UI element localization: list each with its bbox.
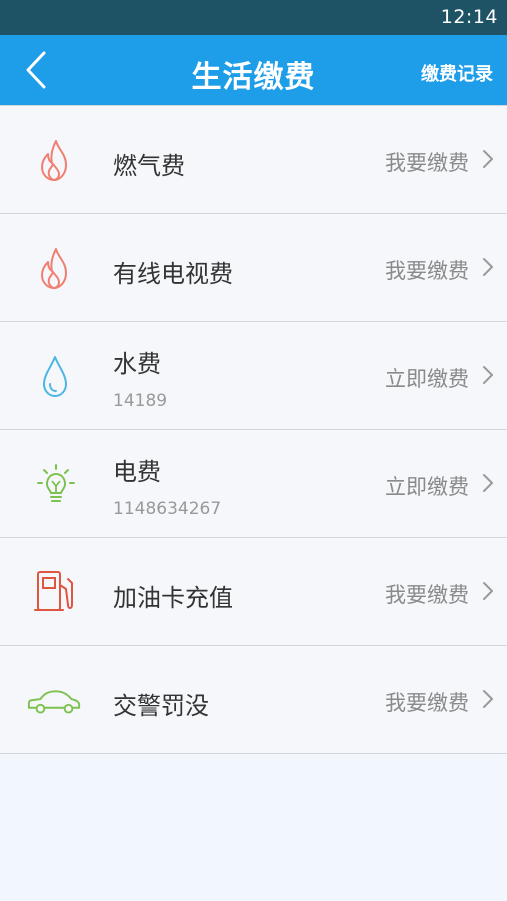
- fuel-pump-icon: [30, 569, 78, 615]
- list-item-cable-tv[interactable]: 有线电视费 我要缴费: [0, 214, 507, 322]
- account-number: 14189: [113, 391, 168, 411]
- item-name: 加油卡充值: [113, 584, 233, 612]
- flame-icon: [30, 137, 78, 183]
- status-bar: 12:14: [0, 0, 507, 35]
- pay-action-label[interactable]: 我要缴费: [385, 687, 469, 717]
- car-icon: [27, 677, 81, 723]
- list-item-water[interactable]: 水费 14189 立即缴费: [0, 322, 507, 430]
- item-name: 交警罚没: [113, 692, 209, 720]
- status-time: 12:14: [440, 6, 498, 28]
- list-item-traffic-fine[interactable]: 交警罚没 我要缴费: [0, 646, 507, 754]
- header-bar: 生活缴费 缴费记录: [0, 35, 507, 105]
- pay-action-label[interactable]: 我要缴费: [385, 579, 469, 609]
- flame-icon: [30, 245, 78, 291]
- pay-action-label[interactable]: 我要缴费: [385, 255, 469, 285]
- chevron-right-icon: [483, 258, 493, 276]
- pay-action-label[interactable]: 立即缴费: [385, 363, 469, 393]
- list-item-gas[interactable]: 燃气费 我要缴费: [0, 106, 507, 214]
- item-name: 水费: [113, 350, 161, 378]
- chevron-right-icon: [483, 582, 493, 600]
- list-item-electricity[interactable]: 电费 1148634267 立即缴费: [0, 430, 507, 538]
- water-drop-icon: [30, 353, 78, 399]
- account-number: 1148634267: [113, 499, 222, 519]
- payment-record-button[interactable]: 缴费记录: [421, 60, 493, 86]
- list-item-fuel-card[interactable]: 加油卡充值 我要缴费: [0, 538, 507, 646]
- payment-list: 燃气费 我要缴费 有线电视费 我要缴费 水费 14189 立即缴费 电费 114…: [0, 105, 507, 754]
- chevron-right-icon: [483, 474, 493, 492]
- light-bulb-icon: [30, 461, 78, 507]
- chevron-right-icon: [483, 690, 493, 708]
- item-name: 燃气费: [113, 152, 185, 180]
- chevron-right-icon: [483, 150, 493, 168]
- item-name: 电费: [113, 458, 161, 486]
- pay-action-label[interactable]: 立即缴费: [385, 471, 469, 501]
- pay-action-label[interactable]: 我要缴费: [385, 147, 469, 177]
- item-name: 有线电视费: [113, 260, 233, 288]
- chevron-right-icon: [483, 366, 493, 384]
